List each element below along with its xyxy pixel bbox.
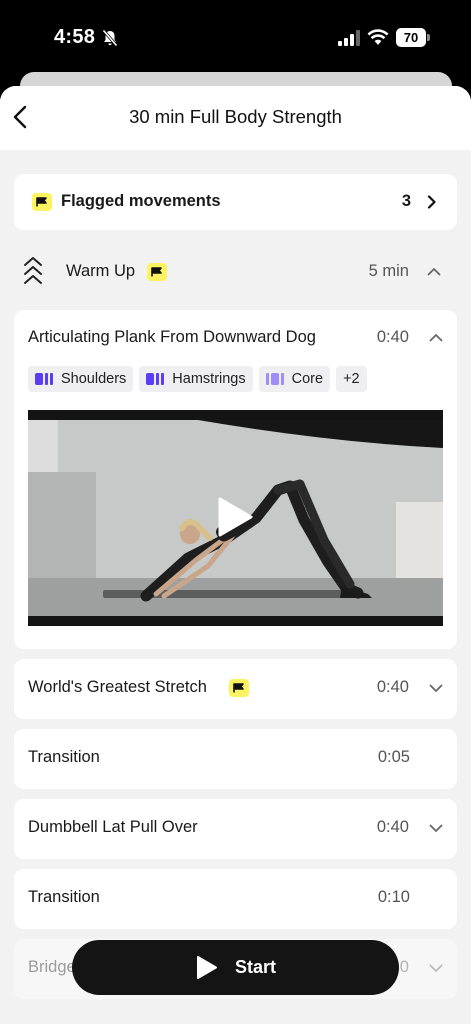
exercise-row[interactable]: World's Greatest Stretch 0:40 bbox=[14, 659, 457, 719]
muscle-bar-icon bbox=[146, 373, 165, 385]
play-icon[interactable] bbox=[216, 496, 254, 538]
exercise-name: Articulating Plank From Downward Dog bbox=[28, 328, 316, 346]
exercise-duration: 0:40 bbox=[376, 328, 409, 346]
muscle-bar-icon bbox=[35, 373, 53, 385]
flagged-movements-label: Flagged movements bbox=[61, 192, 221, 210]
nav-bar: 30 min Full Body Strength bbox=[0, 86, 471, 150]
flagged-movements-button[interactable]: Flagged movements 3 bbox=[14, 174, 457, 230]
exercise-name: World's Greatest Stretch bbox=[28, 678, 207, 696]
muscle-tag-label: Hamstrings bbox=[172, 371, 246, 387]
exercise-name: Transition bbox=[28, 748, 100, 766]
status-bar: 4:58 70 bbox=[0, 0, 471, 76]
muscle-tag-label: Core bbox=[291, 371, 324, 387]
exercise-duration: 0:40 bbox=[376, 818, 409, 836]
exercise-row[interactable]: Transition 0:05 bbox=[14, 729, 457, 789]
chevron-up-icon bbox=[427, 268, 441, 276]
flag-icon bbox=[229, 679, 249, 697]
muscle-tags: Shoulders Hamstrings Core +2 bbox=[28, 366, 367, 392]
signal-icon bbox=[338, 30, 360, 46]
chevron-down-icon[interactable] bbox=[429, 824, 443, 833]
status-time: 4:58 bbox=[54, 26, 96, 48]
muscle-tag: Hamstrings bbox=[139, 366, 253, 392]
bell-muted-icon bbox=[102, 29, 118, 47]
exercise-duration: 0:10 bbox=[377, 888, 410, 906]
muscle-bar-icon bbox=[265, 373, 284, 385]
section-duration: 5 min bbox=[368, 262, 409, 280]
flag-icon bbox=[32, 193, 52, 211]
chevron-right-icon bbox=[427, 195, 436, 209]
chevron-down-icon[interactable] bbox=[429, 964, 443, 973]
page-title: 30 min Full Body Strength bbox=[129, 106, 342, 127]
muscle-tag-label: Shoulders bbox=[61, 371, 127, 387]
exercise-duration: 0:40 bbox=[376, 678, 409, 696]
exercise-duration: 0:05 bbox=[377, 748, 410, 766]
start-button[interactable]: Start bbox=[72, 940, 399, 995]
battery-level: 70 bbox=[396, 28, 426, 47]
exercise-video[interactable] bbox=[28, 410, 443, 626]
exercise-name: Dumbbell Lat Pull Over bbox=[28, 818, 198, 836]
exercise-row[interactable]: Dumbbell Lat Pull Over 0:40 bbox=[14, 799, 457, 859]
muscle-tag: Core bbox=[258, 366, 331, 392]
warm-up-section-header[interactable]: Warm Up 5 min bbox=[0, 246, 471, 298]
exercise-name: Bridge bbox=[28, 958, 76, 976]
section-title: Warm Up bbox=[66, 262, 136, 280]
wifi-icon bbox=[367, 29, 389, 45]
flagged-count: 3 bbox=[401, 192, 411, 210]
more-tags-badge[interactable]: +2 bbox=[336, 366, 367, 392]
exercise-name: Transition bbox=[28, 888, 100, 906]
workout-sheet: 30 min Full Body Strength Flagged moveme… bbox=[0, 86, 471, 1024]
warm-up-chevrons-icon bbox=[24, 257, 42, 284]
battery-indicator: 70 bbox=[396, 28, 430, 47]
chevron-down-icon[interactable] bbox=[429, 684, 443, 693]
play-icon bbox=[197, 956, 217, 979]
exercise-row[interactable]: Transition 0:10 bbox=[14, 869, 457, 929]
exercise-card-expanded[interactable]: Articulating Plank From Downward Dog 0:4… bbox=[14, 310, 457, 649]
chevron-up-icon[interactable] bbox=[429, 333, 443, 342]
muscle-tag: Shoulders bbox=[28, 366, 134, 392]
start-label: Start bbox=[235, 957, 277, 977]
flag-icon bbox=[147, 263, 167, 281]
